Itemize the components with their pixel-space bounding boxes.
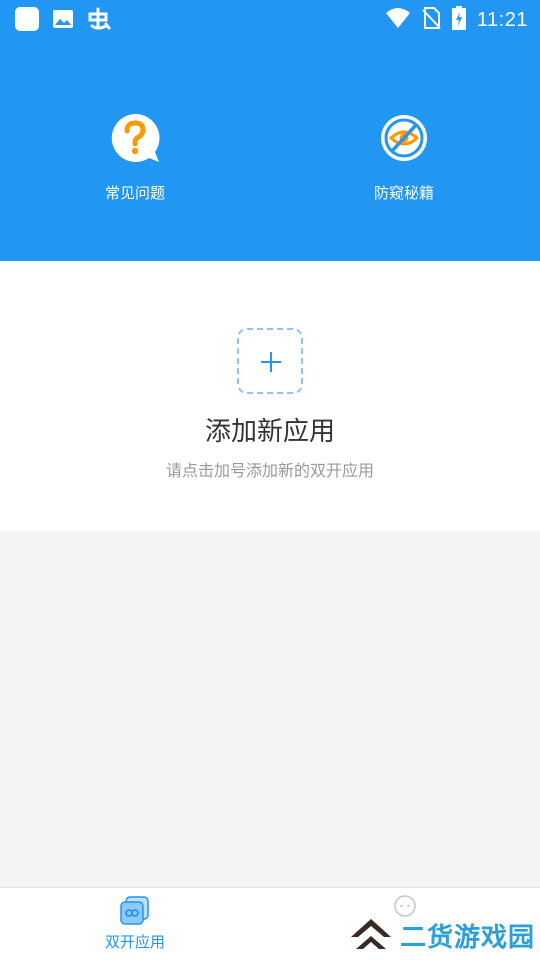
- chevron-logo-icon: [348, 913, 394, 957]
- eye-slash-icon: [378, 112, 430, 168]
- faq-label: 常见问题: [104, 184, 165, 202]
- bug-app-icon: [86, 6, 112, 36]
- top-header: 11:21 常见问题 防窥秘籍: [0, 0, 540, 261]
- clock: 11:21: [476, 8, 528, 31]
- app-notification-icon: [14, 6, 40, 36]
- question-bubble-icon: [109, 112, 161, 168]
- anti-peep-button[interactable]: 防窥秘籍: [334, 112, 474, 203]
- no-sim-icon: [421, 6, 441, 34]
- dual-app-icon: [120, 896, 150, 930]
- faq-button[interactable]: 常见问题: [65, 112, 205, 203]
- battery-charging-icon: [451, 5, 467, 35]
- image-icon: [52, 8, 74, 34]
- anti-peep-label: 防窥秘籍: [373, 184, 434, 202]
- add-app-panel: 添加新应用 请点击加号添加新的双开应用: [0, 261, 540, 531]
- add-app-title: 添加新应用: [204, 417, 335, 447]
- add-app-subtitle: 请点击加号添加新的双开应用: [165, 461, 374, 480]
- watermark-text: 二货游戏园: [400, 922, 536, 953]
- tab-dual-apps[interactable]: 双开应用: [0, 888, 270, 960]
- status-bar: 11:21: [0, 0, 540, 38]
- site-watermark: 二货游戏园: [348, 912, 538, 958]
- tab-dual-apps-label: 双开应用: [104, 933, 165, 951]
- wifi-icon: [385, 7, 411, 33]
- add-app-button[interactable]: [237, 328, 303, 394]
